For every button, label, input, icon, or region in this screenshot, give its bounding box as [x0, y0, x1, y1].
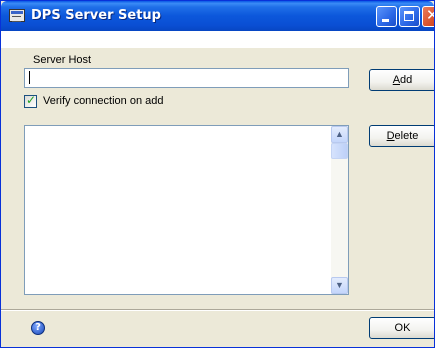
verify-connection-checkbox[interactable]: ✓ [24, 93, 37, 108]
verify-connection-label[interactable]: Verify connection on add [43, 95, 163, 107]
scroll-down-button[interactable]: ▼ [331, 277, 348, 294]
window-icon[interactable] [9, 9, 25, 22]
delete-button[interactable]: Delete [369, 125, 434, 147]
delete-button-accel: D [386, 130, 395, 142]
servers-list[interactable]: ▲ ▼ [24, 125, 349, 295]
close-icon: ✕ [426, 6, 434, 24]
minimize-button[interactable] [376, 6, 397, 27]
add-button-accel: A [392, 74, 401, 86]
chevron-up-icon: ▲ [335, 129, 344, 139]
server-host-label: Server Host [33, 54, 92, 66]
delete-button-label: elete [394, 130, 419, 142]
footer-divider-highlight [1, 310, 434, 311]
title-bar[interactable]: DPS Server Setup ✕ [1, 1, 434, 31]
chevron-down-icon: ▼ [335, 280, 344, 290]
minimize-icon [382, 19, 389, 22]
scroll-thumb[interactable] [331, 143, 348, 159]
maximize-icon [404, 11, 414, 21]
add-button[interactable]: Add [369, 69, 434, 91]
text-caret [29, 71, 30, 84]
server-host-input[interactable] [24, 68, 349, 88]
close-button[interactable]: ✕ [422, 6, 434, 27]
header-band [1, 31, 434, 48]
list-scrollbar[interactable]: ▲ ▼ [331, 126, 348, 294]
scroll-up-button[interactable]: ▲ [331, 126, 348, 143]
maximize-button[interactable] [399, 6, 420, 27]
ok-button[interactable]: OK [369, 317, 434, 339]
dialog-window: DPS Server Setup ✕ Server Host Add ✓ Ver… [0, 0, 435, 348]
checkmark-icon: ✓ [26, 93, 37, 107]
window-title: DPS Server Setup [31, 8, 161, 23]
help-icon[interactable]: ? [31, 321, 45, 335]
add-button-label: dd [400, 74, 413, 86]
